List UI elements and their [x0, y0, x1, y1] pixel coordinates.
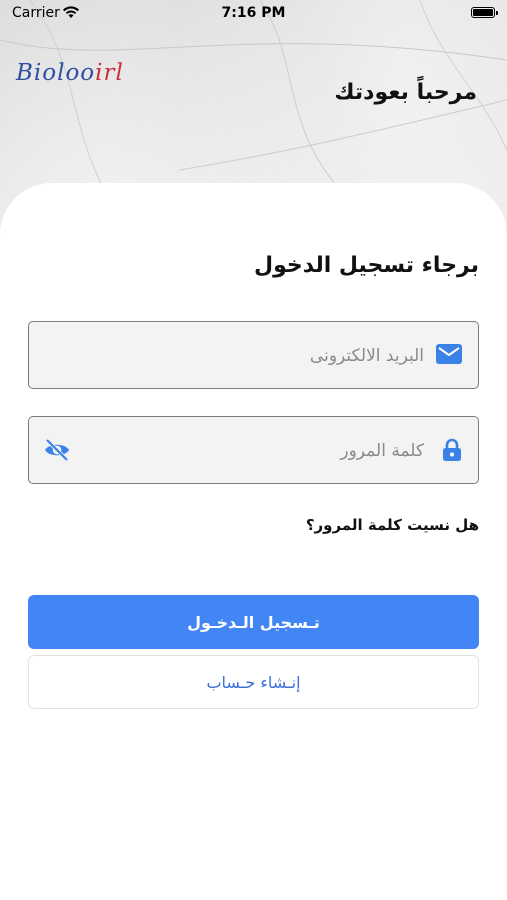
welcome-title: مرحباً بعودتك — [334, 80, 477, 105]
login-card: برجاء تسجيل الدخول هل نسيت — [0, 183, 507, 900]
login-button[interactable]: تـسجيل الـدخـول — [28, 595, 479, 649]
status-time: 7:16 PM — [221, 5, 286, 21]
battery-icon — [471, 7, 498, 18]
email-input[interactable] — [89, 322, 426, 390]
login-heading: برجاء تسجيل الدخول — [254, 253, 479, 278]
email-field[interactable] — [28, 321, 479, 390]
password-input[interactable] — [89, 417, 426, 485]
create-account-button[interactable]: إنـشاء حـساب — [28, 655, 479, 709]
lock-icon — [443, 438, 461, 461]
envelope-icon — [436, 344, 462, 364]
logo-text-part1: Bioloo — [16, 60, 96, 86]
forgot-password-link[interactable]: هل نسيت كلمة المرور؟ — [306, 516, 479, 534]
logo-text-part2: irl — [95, 60, 124, 86]
app-logo: Biolooirl — [16, 60, 124, 86]
status-bar: Carrier 7:16 PM — [0, 0, 507, 28]
login-screen: Carrier 7:16 PM Biolooirl مرحباً بعودتك … — [0, 0, 507, 900]
eye-slash-icon[interactable] — [43, 438, 71, 462]
password-field[interactable] — [28, 416, 479, 485]
